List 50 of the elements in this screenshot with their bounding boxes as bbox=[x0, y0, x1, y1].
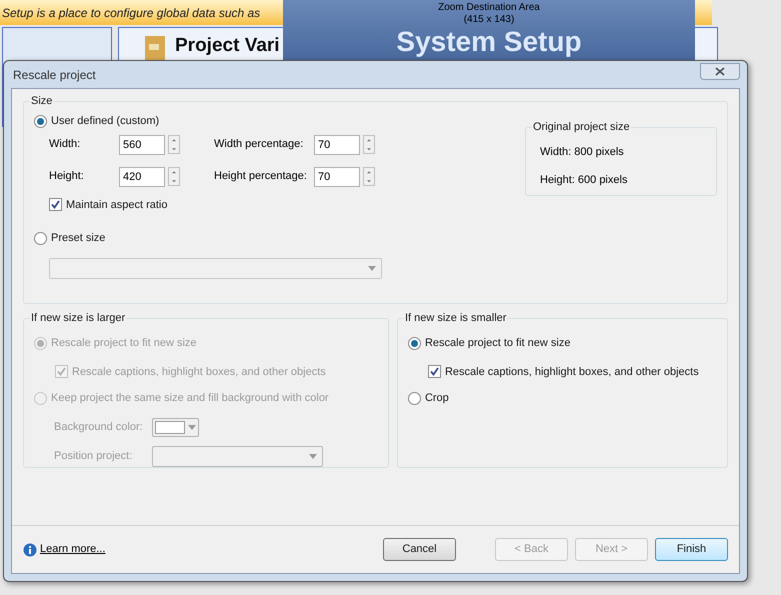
radio-label: Rescale project to fit new size bbox=[424, 336, 570, 351]
dropdown-arrow-icon bbox=[188, 424, 196, 430]
checkbox-label: Rescale captions, highlight boxes, and other objects bbox=[72, 364, 326, 380]
dropdown-arrow-icon bbox=[309, 454, 317, 458]
close-button[interactable] bbox=[700, 63, 740, 80]
radio-button[interactable] bbox=[34, 232, 47, 245]
dialog-button[interactable]: Finish bbox=[655, 538, 728, 561]
radio-button[interactable] bbox=[408, 336, 421, 350]
field-label: Background color: bbox=[54, 420, 144, 435]
checkbox[interactable] bbox=[49, 198, 62, 212]
dropdown-arrow-icon bbox=[368, 266, 376, 270]
radio-label: Keep project the same size and fill background with color bbox=[51, 391, 329, 406]
zoom-heading: System Setup bbox=[396, 26, 582, 58]
close-icon bbox=[715, 67, 725, 76]
number-field[interactable]: 70 bbox=[314, 134, 360, 154]
radio-label: Crop bbox=[424, 391, 449, 406]
size-info-text: Width: 800 pixels bbox=[540, 146, 625, 158]
number-field[interactable]: 420 bbox=[119, 166, 165, 186]
field-label: Width: bbox=[49, 137, 82, 152]
radio-button[interactable] bbox=[408, 392, 421, 405]
spinner[interactable] bbox=[168, 167, 180, 186]
group-title: If new size is larger bbox=[30, 311, 126, 325]
zoom-label: Zoom Destination Area bbox=[438, 2, 540, 14]
spinner[interactable] bbox=[363, 135, 375, 154]
checkbox-label: Maintain aspect ratio bbox=[66, 198, 168, 212]
window-title: Rescale project bbox=[12, 66, 96, 84]
info-icon bbox=[23, 542, 37, 556]
position-dropdown[interactable] bbox=[152, 446, 323, 466]
zoom-size: (415 x 143) bbox=[464, 14, 514, 26]
field-label: Position project: bbox=[54, 448, 134, 464]
spinner[interactable] bbox=[363, 167, 375, 186]
field-label: Width percentage: bbox=[214, 137, 304, 152]
color-picker[interactable] bbox=[152, 418, 199, 436]
radio-label: Rescale project to fit new size bbox=[51, 336, 197, 351]
checkbox-label: Rescale captions, highlight boxes, and other objects bbox=[444, 364, 699, 380]
radio-button[interactable] bbox=[34, 114, 47, 128]
radio-label: Preset size bbox=[51, 231, 106, 246]
size-info-text: Height: 600 pixels bbox=[540, 174, 628, 186]
field-label: Height: bbox=[49, 169, 85, 184]
spinner[interactable] bbox=[168, 135, 180, 154]
banner-text: Setup is a place to configure global data such as bbox=[2, 4, 260, 22]
field-label: Height percentage: bbox=[214, 169, 308, 184]
card-title: Project Vari bbox=[175, 34, 280, 58]
group-title: Original project size bbox=[532, 120, 631, 134]
checkbox[interactable] bbox=[428, 365, 441, 378]
number-field[interactable]: 560 bbox=[119, 134, 165, 154]
learn-more-link[interactable]: Learn more... bbox=[40, 541, 106, 558]
dialog-button[interactable]: Cancel bbox=[383, 538, 456, 561]
number-field[interactable]: 70 bbox=[314, 166, 360, 186]
radio-label: User defined (custom) bbox=[51, 114, 160, 129]
